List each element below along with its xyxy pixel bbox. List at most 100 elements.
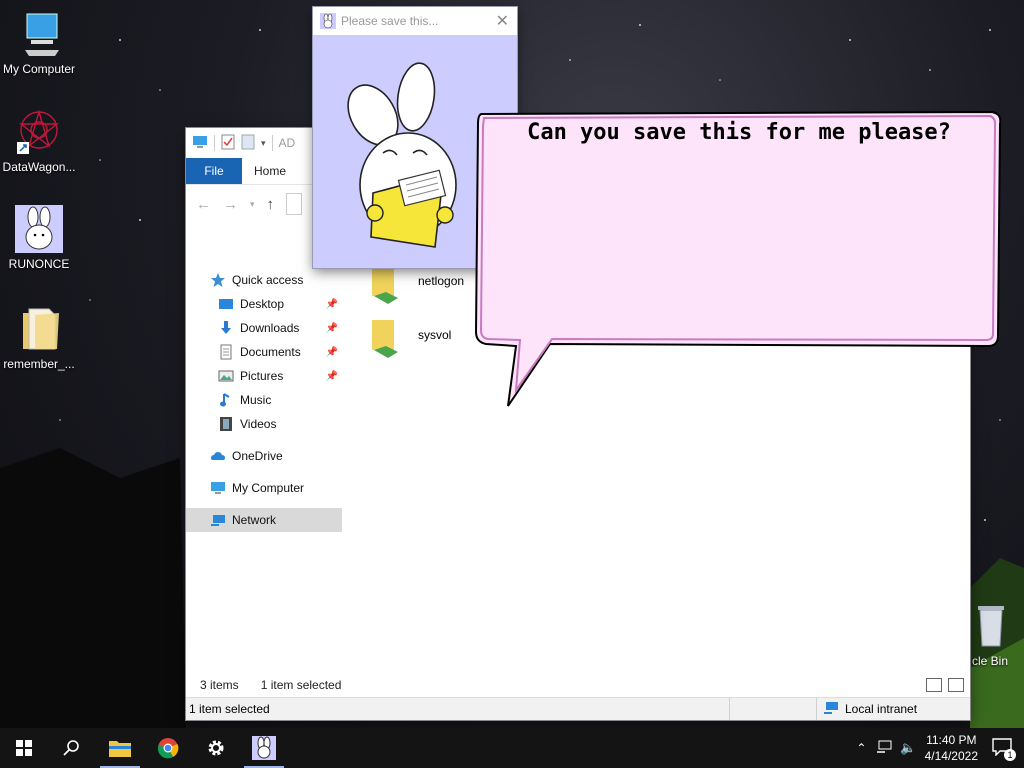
security-zone: Local intranet <box>817 701 917 718</box>
sidebar-item-downloads[interactable]: Downloads 📌 <box>186 316 342 340</box>
popup-titlebar: Please save this... ✕ <box>313 7 517 35</box>
datawagon-shortcut-icon <box>15 108 63 156</box>
taskbar-settings[interactable] <box>192 728 240 768</box>
clock-date: 4/14/2022 <box>924 749 978 763</box>
customize-dropdown-icon[interactable]: ▾ <box>261 138 266 149</box>
selected-count: 1 item selected <box>260 678 342 692</box>
gear-icon <box>208 740 224 756</box>
divider <box>214 135 215 151</box>
sidebar-item-label: Quick access <box>232 273 304 287</box>
desktop-icon-remember[interactable]: remember_... <box>0 305 78 371</box>
file-name: netlogon <box>418 274 465 288</box>
search-icon <box>63 740 79 756</box>
divider <box>271 135 273 151</box>
pin-icon[interactable]: 📌 <box>326 323 338 334</box>
up-arrow-icon[interactable]: ↑ <box>267 196 275 213</box>
download-arrow-icon <box>218 320 234 336</box>
sidebar-item-label: OneDrive <box>232 449 283 463</box>
popup-title: Please save this... <box>341 14 439 28</box>
items-count: 3 items <box>200 678 239 692</box>
clock[interactable]: 11:40 PM 4/14/2022 <box>925 732 978 764</box>
notification-badge: 1 <box>1004 748 1016 761</box>
new-folder-icon[interactable] <box>241 134 255 153</box>
view-buttons <box>926 678 964 692</box>
network-tray-icon[interactable] <box>876 740 892 757</box>
sidebar-item-label: Desktop <box>240 297 285 311</box>
chrome-icon <box>157 738 179 759</box>
windows-logo-icon <box>16 740 32 756</box>
computer-icon <box>15 10 63 58</box>
back-arrow-icon[interactable]: ← <box>196 196 211 213</box>
taskbar: ⌃ 🔈 11:40 PM 4/14/2022 1 <box>0 728 1024 768</box>
forward-arrow-icon[interactable]: → <box>223 196 238 213</box>
window-title: AD <box>278 136 296 150</box>
recycle-bin-icon <box>966 602 1014 650</box>
sidebar-item-pictures[interactable]: Pictures 📌 <box>186 364 342 388</box>
bunny-icon <box>15 205 63 253</box>
file-name: sysvol <box>418 328 452 342</box>
sidebar-item-network[interactable]: Network <box>186 508 342 532</box>
tab-file[interactable]: File <box>186 158 242 184</box>
speech-bubble-text: Can you save this for me please? <box>527 120 951 145</box>
system-tray: ⌃ 🔈 11:40 PM 4/14/2022 1 <box>856 728 1024 768</box>
sidebar-item-label: Pictures <box>240 369 284 383</box>
sidebar-item-label: Downloads <box>240 321 300 335</box>
pin-icon[interactable]: 📌 <box>326 371 338 382</box>
address-bar[interactable] <box>286 193 303 215</box>
film-icon <box>218 416 234 432</box>
sidebar-item-desktop[interactable]: Desktop 📌 <box>186 292 342 316</box>
properties-icon[interactable] <box>221 134 235 153</box>
network-icon <box>210 512 226 528</box>
tab-home[interactable]: Home <box>242 158 298 184</box>
desktop-icon-runonce[interactable]: RUNONCE <box>0 205 78 271</box>
notification-center-icon[interactable]: 1 <box>992 737 1016 761</box>
sidebar-item-videos[interactable]: Videos <box>186 412 342 436</box>
chevron-up-icon[interactable]: ⌃ <box>856 741 866 755</box>
start-button[interactable] <box>0 728 48 768</box>
list-item[interactable]: netlogon <box>368 266 464 306</box>
sidebar-item-music[interactable]: Music <box>186 388 342 412</box>
sidebar-item-onedrive[interactable]: OneDrive <box>186 444 342 468</box>
pin-icon[interactable]: 📌 <box>326 347 338 358</box>
taskbar-file-explorer[interactable] <box>96 728 144 768</box>
large-icons-view-icon[interactable] <box>948 678 964 692</box>
pin-icon[interactable]: 📌 <box>326 299 338 310</box>
sidebar-item-label: My Computer <box>232 481 305 495</box>
clock-time: 11:40 PM <box>926 733 977 747</box>
music-note-icon <box>218 392 234 408</box>
shared-folder-icon <box>368 320 404 360</box>
desktop-folder-icon <box>218 296 234 312</box>
picture-icon <box>218 368 234 384</box>
speech-bubble <box>474 110 1002 407</box>
search-button[interactable] <box>48 728 96 768</box>
sidebar-item-documents[interactable]: Documents 📌 <box>186 340 342 364</box>
taskbar-chrome[interactable] <box>144 728 192 768</box>
item-count-row: 3 items 1 item selected <box>186 672 970 698</box>
volume-icon[interactable]: 🔈 <box>900 740 916 756</box>
desktop-icon-label: My Computer <box>2 62 76 76</box>
folder-icon <box>15 305 63 353</box>
details-view-icon[interactable] <box>926 678 942 692</box>
intranet-icon <box>823 701 839 718</box>
sidebar-item-label: Music <box>240 393 272 407</box>
list-item[interactable]: sysvol <box>368 320 451 360</box>
desktop-icon-label: RUNONCE <box>8 257 70 271</box>
bunny-icon <box>252 736 276 760</box>
close-icon[interactable]: ✕ <box>496 11 509 31</box>
shared-folder-icon <box>368 266 404 306</box>
desktop-icon-datawagon[interactable]: DataWagon... <box>0 108 78 174</box>
status-text: 1 item selected <box>186 698 730 720</box>
sidebar-item-label: Videos <box>240 417 277 431</box>
sidebar-item-quick-access[interactable]: Quick access <box>186 268 342 292</box>
bunny-icon <box>320 13 336 29</box>
zone-label: Local intranet <box>845 702 918 716</box>
taskbar-runonce[interactable] <box>240 728 288 768</box>
sidebar-item-label: Documents <box>240 345 301 359</box>
navigation-pane: Quick access Desktop 📌 Downloads 📌 Docum… <box>186 268 342 532</box>
sidebar-item-my-computer[interactable]: My Computer <box>186 476 342 500</box>
desktop-icon-my-computer[interactable]: My Computer <box>0 10 78 76</box>
recent-locations-icon[interactable]: ▾ <box>250 199 255 210</box>
desktop-icon-label: remember_... <box>3 357 75 371</box>
star-icon <box>210 272 226 288</box>
computer-icon <box>192 135 208 152</box>
